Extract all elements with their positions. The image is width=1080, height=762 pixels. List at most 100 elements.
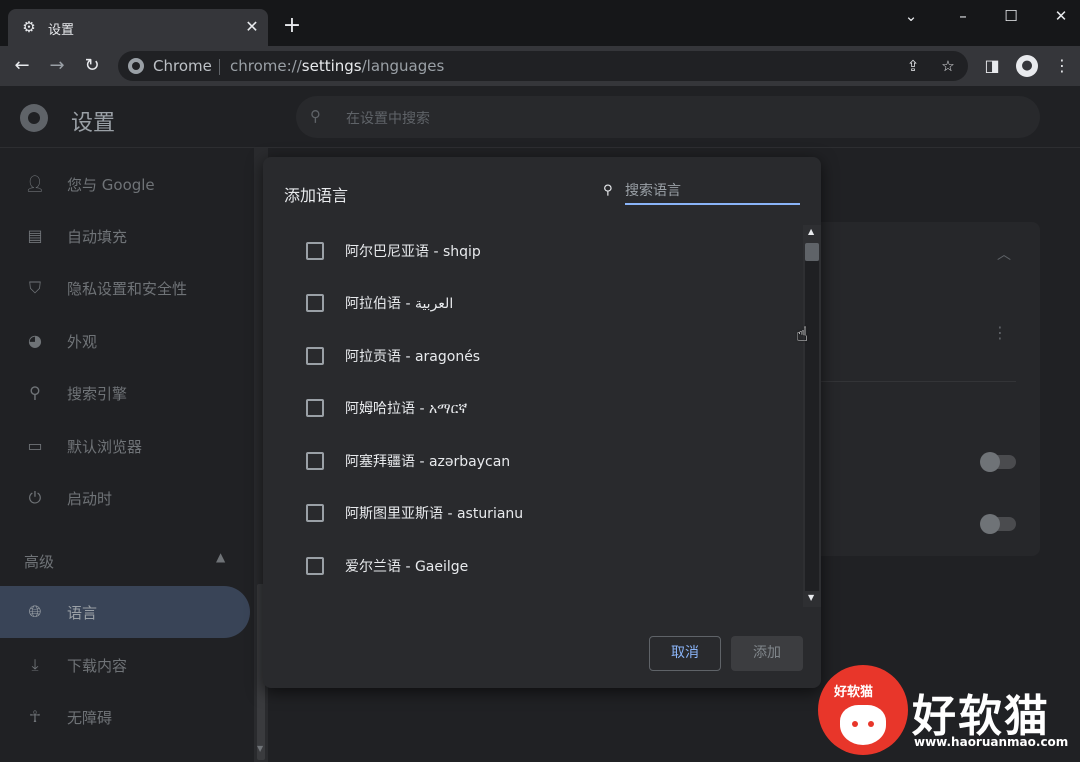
sidebar-item-autofill[interactable]: ▤ 自动填充 [0, 210, 250, 262]
sidebar-item-label: 默认浏览器 [67, 438, 143, 456]
list-item[interactable]: 阿拉伯语 - العربية [263, 277, 803, 329]
sidebar-item-default-browser[interactable]: ▭ 默认浏览器 [0, 420, 250, 472]
person-icon: 👤︎ [24, 174, 46, 193]
chrome-icon [128, 58, 144, 74]
kebab-menu-icon[interactable]: ⋮ [1050, 54, 1074, 78]
sidebar-item-label: 外观 [67, 333, 98, 351]
minimize-icon[interactable]: – [940, 4, 986, 28]
address-bar[interactable]: Chrome chrome://settings/languages ⇪ ☆ [118, 51, 968, 81]
power-icon: ⏻ [28, 488, 42, 507]
sidebar-item-languages[interactable]: 🌐︎ 语言 [0, 586, 250, 638]
avatar-icon[interactable]: ● [1016, 55, 1038, 77]
toolbar: ← → ↻ Chrome chrome://settings/languages… [0, 46, 1080, 86]
hand-cursor-icon: ☝ [796, 322, 809, 346]
reload-icon[interactable]: ↻ [80, 54, 104, 78]
settings-search[interactable]: ⚲ 在设置中搜索 [296, 96, 1040, 138]
sidebar-item-privacy[interactable]: ⛉ 隐私设置和安全性 [0, 262, 250, 314]
language-label: 阿塞拜疆语 - azərbaycan [345, 454, 511, 470]
list-item[interactable]: 阿尔巴尼亚语 - shqip [263, 225, 803, 277]
arrow-left-icon[interactable]: ← [10, 54, 34, 78]
sidebar-item-label: 语言 [67, 604, 98, 622]
scroll-down-arrow-icon[interactable]: ▼ [257, 744, 263, 753]
search-icon: ⚲ [603, 183, 613, 198]
close-icon[interactable]: ✕ [242, 17, 262, 37]
globe-icon: 🌐︎ [28, 602, 42, 621]
sidebar-item-label: 您与 Google [67, 176, 155, 194]
chevron-up-icon[interactable]: ▲ [216, 550, 225, 564]
watermark-logo: 好软猫 [818, 665, 908, 755]
search-icon: ⚲ [29, 383, 41, 402]
language-label: 阿尔巴尼亚语 - shqip [345, 244, 481, 260]
settings-search-placeholder: 在设置中搜索 [346, 111, 430, 127]
side-panel-icon[interactable]: ◨ [980, 54, 1004, 78]
list-item[interactable]: 爱尔兰语 - Gaeilge [263, 540, 803, 592]
search-icon: ⚲ [310, 107, 321, 125]
language-label: 阿斯图里亚斯语 - asturianu [345, 506, 524, 522]
url-text: chrome://settings/languages [230, 57, 445, 75]
accessibility-icon: ☥ [29, 707, 41, 726]
language-search-input[interactable] [625, 179, 800, 205]
dialog-title: 添加语言 [284, 186, 349, 205]
sidebar-item-on-startup[interactable]: ⏻ 启动时 [0, 472, 250, 524]
chevron-up-icon[interactable]: ︿ [997, 244, 1011, 264]
chevron-down-icon[interactable]: ⌄ [888, 4, 934, 28]
sidebar: 👤︎ 您与 Google ▤ 自动填充 ⛉ 隐私设置和安全性 ◕ 外观 ⚲ 搜索… [0, 148, 256, 762]
sidebar-item-search-engine[interactable]: ⚲ 搜索引擎 [0, 367, 250, 419]
plus-icon[interactable]: + [280, 14, 304, 38]
language-label: 阿姆哈拉语 - አማርኛ [345, 401, 468, 417]
close-window-icon[interactable]: ✕ [1038, 4, 1080, 28]
language-list: 阿尔巴尼亚语 - shqip 阿拉伯语 - العربية 阿拉贡语 - ara… [263, 225, 803, 609]
cancel-button[interactable]: 取消 [649, 636, 721, 671]
list-item[interactable]: 阿姆哈拉语 - አማርኛ [263, 382, 803, 434]
checkbox[interactable] [306, 557, 324, 575]
add-language-dialog: 添加语言 ⚲ 阿尔巴尼亚语 - shqip 阿拉伯语 - العربية 阿拉贡… [263, 157, 821, 688]
gear-icon: ⚙ [22, 18, 36, 36]
scroll-up-arrow-icon[interactable]: ▲ [808, 227, 814, 236]
maximize-icon[interactable]: ☐ [988, 4, 1034, 28]
divider [820, 381, 1016, 382]
scrollbar-track[interactable] [805, 261, 819, 591]
language-label: 阿拉伯语 - العربية [345, 296, 454, 312]
download-icon: ⤓ [31, 655, 39, 674]
sidebar-item-accessibility[interactable]: ☥ 无障碍 [0, 691, 250, 743]
language-list-scrollbar[interactable]: ▲ ▼ [803, 225, 821, 607]
shield-icon: ⛉ [28, 278, 41, 297]
divider [219, 59, 220, 75]
checkbox[interactable] [306, 452, 324, 470]
list-item[interactable]: 阿塞拜疆语 - azərbaycan [263, 435, 803, 487]
list-item[interactable]: 阿拉贡语 - aragonés [263, 330, 803, 382]
page-title: 设置 [71, 111, 116, 136]
checkbox[interactable] [306, 242, 324, 260]
browser-window: ⚙ 设置 ✕ + ⌄ – ☐ ✕ ← → ↻ Chrome chrome://s… [0, 0, 1080, 762]
palette-icon: ◕ [28, 331, 42, 350]
sidebar-item-downloads[interactable]: ⤓ 下载内容 [0, 639, 250, 691]
more-options-icon[interactable]: ⋮ [992, 323, 1008, 342]
sidebar-item-label: 无障碍 [67, 709, 113, 727]
sidebar-item-appearance[interactable]: ◕ 外观 [0, 315, 250, 367]
add-button[interactable]: 添加 [731, 636, 803, 671]
language-label: 阿拉贡语 - aragonés [345, 349, 481, 365]
toggle-switch[interactable] [980, 452, 1016, 472]
clipboard-icon: ▤ [27, 226, 43, 245]
sidebar-item-you-and-google[interactable]: 👤︎ 您与 Google [0, 158, 250, 210]
share-icon[interactable]: ⇪ [903, 56, 923, 76]
checkbox[interactable] [306, 294, 324, 312]
cat-icon [840, 705, 886, 745]
checkbox[interactable] [306, 399, 324, 417]
arrow-right-icon[interactable]: → [45, 54, 69, 78]
sidebar-item-label: 启动时 [67, 490, 113, 508]
toggle-switch[interactable] [980, 514, 1016, 534]
tab-title: 设置 [48, 23, 75, 38]
scroll-down-arrow-icon[interactable]: ▼ [808, 593, 814, 602]
checkbox[interactable] [306, 504, 324, 522]
list-item[interactable]: 阿斯图里亚斯语 - asturianu [263, 487, 803, 539]
checkbox[interactable] [306, 347, 324, 365]
sidebar-item-label: 隐私设置和安全性 [67, 280, 188, 298]
title-bar: ⚙ 设置 ✕ + ⌄ – ☐ ✕ [0, 0, 1080, 46]
sidebar-item-label: 搜索引擎 [67, 385, 128, 403]
advanced-section-label[interactable]: 高级 [24, 551, 54, 572]
star-icon[interactable]: ☆ [938, 56, 958, 76]
language-label: 爱尔兰语 - Gaeilge [345, 559, 469, 575]
tab-settings[interactable]: ⚙ 设置 ✕ [8, 9, 268, 46]
scrollbar-thumb[interactable] [805, 243, 819, 261]
